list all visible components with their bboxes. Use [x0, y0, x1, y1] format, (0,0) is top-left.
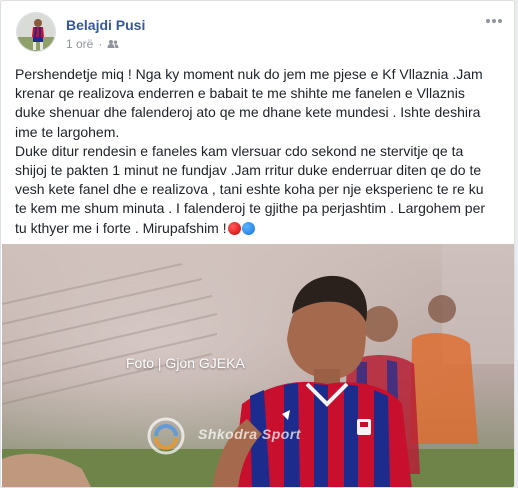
red-circle-emoji — [227, 221, 241, 235]
meta-separator: · — [98, 37, 103, 51]
text-line-last: tu kthyer me i forte . Mirupafshim ! — [15, 219, 505, 238]
text-line: vesh kete fanel dhe e realizova , tani e… — [15, 181, 484, 198]
more-options-icon[interactable] — [482, 12, 506, 30]
text-line: te kem me shum minuta . I falenderoj te … — [15, 200, 486, 217]
text-line: krenar qe realizova enderren e babait te… — [15, 85, 465, 102]
text-line: ime te largohem. — [15, 123, 120, 140]
photo-credit: Foto | Gjon GJEKA — [126, 355, 245, 371]
text-line: Pershendetje miq ! Nga ky moment nuk do … — [15, 66, 483, 82]
shkodra-sport-logo-icon — [146, 416, 186, 456]
photo-watermark: Shkodra Sport — [198, 426, 301, 442]
blue-circle-emoji — [241, 221, 255, 235]
post-header: Belajdi Pusi 1 orë · — [16, 12, 506, 56]
friends-icon[interactable] — [107, 38, 119, 50]
post-timestamp[interactable]: 1 orë — [66, 37, 93, 51]
facebook-post: Belajdi Pusi 1 orë · Pershendetje miq ! — [0, 0, 515, 488]
text-line: tu kthyer me i forte . Mirupafshim ! — [15, 219, 227, 236]
text-line: shijoj te pakten 1 minut ne fundjav .Jam… — [15, 162, 482, 179]
text-line: Duke ditur rendesin e faneles kam vlersu… — [15, 142, 464, 159]
text-line: duke shenuar dhe falenderoj ato qe me dh… — [15, 104, 481, 121]
author-name-link[interactable]: Belajdi Pusi — [66, 17, 145, 33]
post-body-text: Pershendetje miq ! Nga ky moment nuk do … — [15, 65, 505, 238]
post-photo[interactable]: Foto | Gjon GJEKA Shkodra Sport — [2, 244, 514, 487]
post-meta: 1 orë · — [66, 37, 119, 51]
avatar[interactable] — [16, 12, 56, 52]
